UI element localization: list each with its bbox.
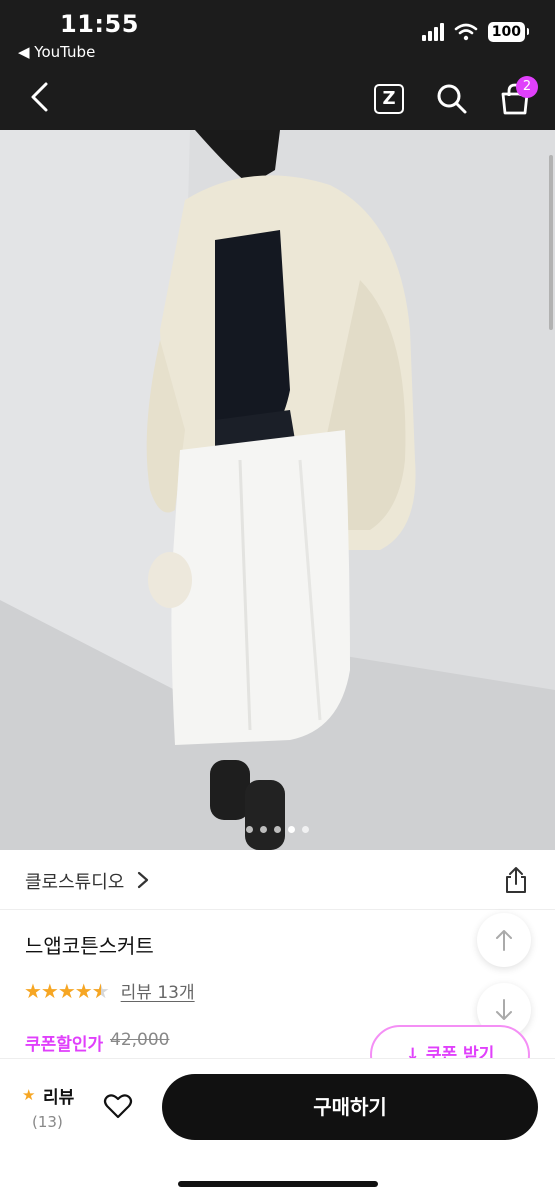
chevron-left-icon[interactable]: [26, 80, 54, 114]
product-image[interactable]: [0, 130, 555, 850]
battery-icon: 100: [487, 22, 530, 42]
bottom-action-bar: ★ 리뷰 (13) 구매하기: [0, 1058, 555, 1200]
coupon-price-label: 쿠폰할인가: [25, 1035, 104, 1055]
signal-icon: [421, 23, 444, 41]
gallery-dot[interactable]: [260, 826, 267, 833]
review-count-link[interactable]: 리뷰 13개: [121, 978, 195, 1003]
star-icon: ★: [22, 1086, 36, 1104]
cart-count-badge: 2: [516, 76, 538, 98]
review-count: (13): [32, 1113, 63, 1131]
back-to-youtube-link[interactable]: ◀ YouTube: [18, 43, 95, 61]
buy-button[interactable]: 구매하기: [162, 1074, 538, 1140]
original-price: 42,000: [110, 1030, 170, 1050]
search-icon[interactable]: [436, 83, 468, 115]
wifi-icon: [454, 23, 478, 41]
gallery-dot[interactable]: [302, 826, 309, 833]
status-indicators: 100: [421, 22, 530, 42]
home-indicator[interactable]: [178, 1181, 378, 1187]
scrollbar[interactable]: [549, 155, 553, 330]
brand-row[interactable]: 클로스튜디오: [0, 850, 555, 910]
gallery-dot[interactable]: [246, 826, 253, 833]
review-label[interactable]: 리뷰: [43, 1083, 74, 1108]
chevron-right-icon: [137, 871, 149, 889]
brand-name[interactable]: 클로스튜디오: [25, 868, 124, 894]
gallery-pagination[interactable]: [0, 826, 555, 833]
gallery-dot[interactable]: [274, 826, 281, 833]
rating-row: ★★★★★ ★ 리뷰 13개: [24, 978, 195, 1004]
rating-stars: ★★★★★ ★: [24, 978, 110, 1003]
product-photo-illustration: [0, 130, 555, 850]
heart-icon[interactable]: [103, 1091, 133, 1121]
z-button[interactable]: Z: [374, 84, 404, 114]
arrow-down-icon: [496, 999, 512, 1020]
app-header: 11:55 ◀ YouTube 100 Z 2: [0, 0, 555, 130]
scroll-top-button[interactable]: [477, 913, 531, 967]
status-time: 11:55: [60, 10, 139, 38]
product-title: 느앱코튼스커트: [25, 934, 154, 958]
arrow-up-icon: [496, 930, 512, 951]
gallery-dot-active[interactable]: [288, 826, 295, 833]
share-icon[interactable]: [502, 866, 530, 894]
